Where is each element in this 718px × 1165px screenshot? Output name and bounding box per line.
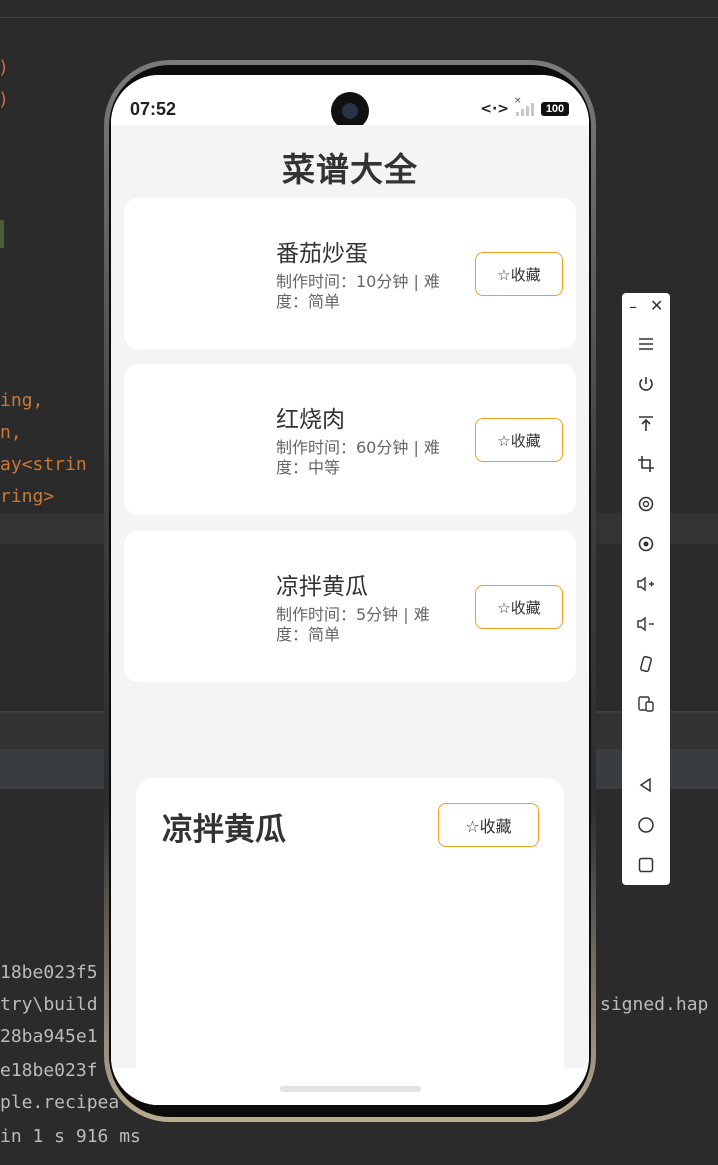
detail-title: 凉拌黄瓜 — [162, 812, 286, 848]
page-title: 菜谱大全 — [282, 150, 418, 189]
ide-divider — [0, 17, 718, 18]
code-line: ay<strin — [0, 454, 87, 475]
multi-device-icon[interactable] — [631, 689, 661, 719]
favorite-button[interactable]: ☆收藏 — [475, 585, 563, 629]
log-line: e18be023f — [0, 1060, 98, 1081]
recipe-app: 菜谱大全 番茄炒蛋 制作时间：10分钟 | 难度：简单 ☆收藏 红烧肉 制作时间… — [111, 125, 589, 1105]
code-line: ing, — [0, 390, 44, 411]
close-icon[interactable]: ✕ — [650, 296, 663, 315]
home-indicator[interactable] — [280, 1086, 421, 1092]
code-line: ) — [0, 89, 9, 110]
recipe-card[interactable]: 番茄炒蛋 制作时间：10分钟 | 难度：简单 ☆收藏 — [124, 198, 576, 349]
home-icon[interactable] — [631, 810, 661, 840]
detail-favorite-button[interactable]: ☆收藏 — [438, 803, 539, 847]
power-icon[interactable] — [631, 369, 661, 399]
log-line: 28ba945e1 — [0, 1026, 98, 1047]
log-line: 18be023f5 — [0, 962, 98, 983]
log-line: ple.recipea — [0, 1092, 120, 1113]
crop-icon[interactable] — [631, 449, 661, 479]
phone-screen: 07:52 <·> × 100 菜谱大全 番茄炒蛋 制作时间：10分钟 | 难度… — [111, 75, 589, 1105]
status-time: 07:52 — [130, 99, 177, 119]
ide-gutter-marker — [0, 220, 4, 248]
recents-icon[interactable] — [631, 850, 661, 880]
pin-top-icon[interactable] — [631, 409, 661, 439]
recipe-card[interactable]: 凉拌黄瓜 制作时间：5分钟 | 难度：简单 ☆收藏 — [124, 531, 576, 682]
recipe-meta: 制作时间：10分钟 | 难度：简单 — [276, 272, 440, 311]
favorite-button[interactable]: ☆收藏 — [475, 252, 563, 296]
status-icons: <·> × 100 — [480, 96, 569, 117]
recipe-name: 凉拌黄瓜 — [276, 574, 368, 600]
log-line: try\build — [0, 994, 98, 1015]
recipe-detail-panel: 凉拌黄瓜 ☆收藏 — [136, 778, 564, 1105]
volume-up-icon[interactable] — [631, 569, 661, 599]
navigation-bar — [111, 1068, 589, 1105]
rotate-icon[interactable] — [631, 489, 661, 519]
code-line: ring> — [0, 486, 55, 507]
log-line: signed.hap — [600, 994, 709, 1015]
dev-mode-icon: <·> — [480, 101, 509, 117]
shake-icon[interactable] — [631, 649, 661, 679]
log-line: in 1 s 916 ms — [0, 1126, 141, 1147]
volume-down-icon[interactable] — [631, 609, 661, 639]
back-icon[interactable] — [631, 770, 661, 800]
screenshot-icon[interactable] — [631, 529, 661, 559]
battery-icon: 100 — [541, 102, 569, 116]
recipe-card[interactable]: 红烧肉 制作时间：60分钟 | 难度：中等 ☆收藏 — [124, 364, 576, 515]
recipe-meta: 制作时间：5分钟 | 难度：简单 — [276, 605, 430, 644]
signal-icon: × — [514, 96, 536, 116]
favorite-button[interactable]: ☆收藏 — [475, 418, 563, 462]
recipe-name: 红烧肉 — [276, 407, 345, 433]
menu-icon[interactable] — [631, 329, 661, 359]
recipe-meta: 制作时间：60分钟 | 难度：中等 — [276, 438, 440, 477]
code-line: ) — [0, 57, 9, 78]
status-bar: 07:52 <·> × 100 — [111, 75, 589, 130]
minimize-icon[interactable]: – — [629, 297, 637, 316]
emulator-toolbar: – ✕ — [622, 293, 670, 885]
recipe-name: 番茄炒蛋 — [276, 241, 368, 267]
code-line: n, — [0, 422, 22, 443]
